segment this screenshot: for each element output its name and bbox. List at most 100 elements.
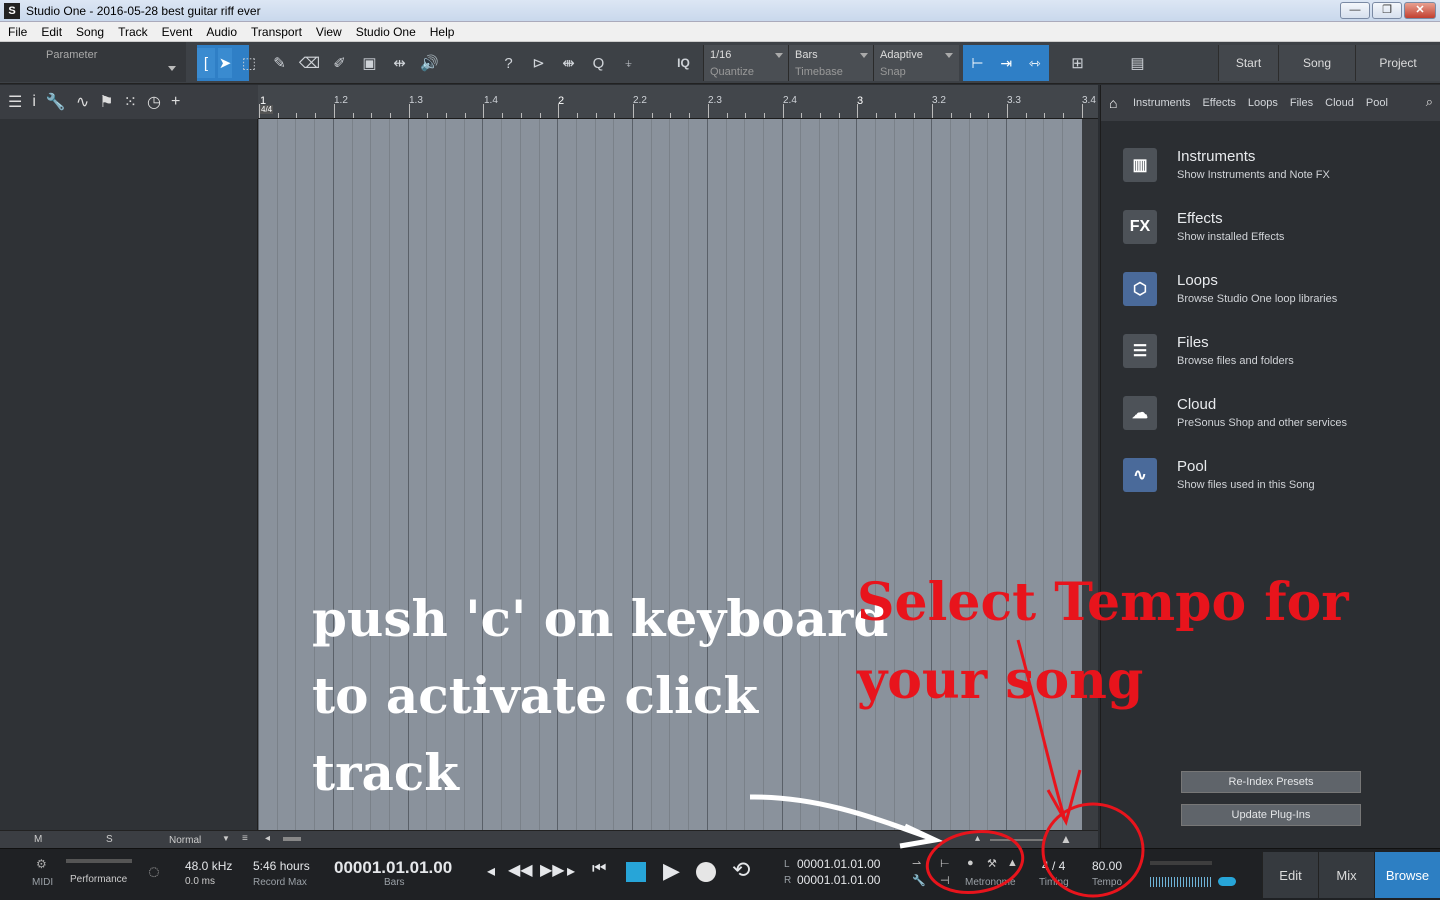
marker-icon[interactable]: ⚑ <box>99 92 113 112</box>
tab-files[interactable]: Files <box>1290 97 1313 109</box>
folder-grid-icon[interactable]: ⁙ <box>124 92 137 112</box>
film-strip-icon[interactable]: ▤ <box>1124 48 1151 78</box>
stop-icon[interactable] <box>626 862 646 882</box>
fast-rewind-icon[interactable]: ◀◀ <box>508 860 533 880</box>
help-icon[interactable]: ? <box>495 48 522 78</box>
snap-dropdown[interactable]: Adaptive Snap <box>873 45 959 81</box>
precount-icon[interactable]: ⇀ <box>912 857 921 870</box>
pencil-tool-icon[interactable]: ✎ <box>266 48 293 78</box>
vertical-scrollbar[interactable] <box>1082 119 1098 830</box>
position-display[interactable]: 00001.01.01.00 <box>334 858 452 878</box>
tab-pool[interactable]: Pool <box>1366 97 1388 109</box>
menu-audio[interactable]: Audio <box>206 25 237 39</box>
project-button[interactable]: Project <box>1355 45 1440 81</box>
browser-item-instruments[interactable]: ▥ Instruments Show Instruments and Note … <box>1121 148 1431 198</box>
snap-event-icon[interactable]: ⇥ <box>1000 55 1012 72</box>
tab-instruments[interactable]: Instruments <box>1133 97 1190 109</box>
clock-icon[interactable]: ◷ <box>147 92 161 112</box>
zoom-out-icon[interactable]: ▴ <box>975 833 980 844</box>
browser-item-loops[interactable]: ⬡ Loops Browse Studio One loop libraries <box>1121 272 1431 322</box>
quantize-dropdown[interactable]: 1/16 Quantize <box>703 45 789 81</box>
zoom-slider[interactable] <box>990 839 1045 841</box>
forward-icon[interactable]: ▸ <box>567 861 575 881</box>
arrow-tool-icon[interactable]: ➤ <box>218 48 232 78</box>
browser-item-effects[interactable]: FX Effects Show installed Effects <box>1121 210 1431 260</box>
range-bracket-icon[interactable]: [ <box>197 48 215 78</box>
track-mode-select[interactable]: Normal <box>169 835 201 846</box>
return-to-zero-icon[interactable]: ⏮ <box>592 860 606 878</box>
split-tool-icon[interactable]: ▣ <box>356 48 383 78</box>
menu-file[interactable]: File <box>8 25 27 39</box>
browser-item-cloud[interactable]: ☁ Cloud PreSonus Shop and other services <box>1121 396 1431 446</box>
parameter-panel[interactable]: Parameter <box>0 42 186 82</box>
menu-help[interactable]: Help <box>430 25 455 39</box>
click-toggle-icon[interactable]: ● <box>967 857 974 869</box>
mode-chevron-icon[interactable]: ▼ <box>222 834 230 843</box>
iq-button[interactable]: IQ <box>670 48 697 78</box>
menu-edit[interactable]: Edit <box>41 25 62 39</box>
close-button[interactable]: ✕ <box>1404 2 1436 19</box>
menu-track[interactable]: Track <box>118 25 148 39</box>
mute-button[interactable]: M <box>34 834 42 845</box>
scroll-left-icon[interactable]: ◂ <box>265 833 270 844</box>
minimize-button[interactable]: — <box>1340 2 1370 19</box>
snap-cursor-icon[interactable]: ⇿ <box>1029 55 1041 72</box>
browse-view-button[interactable]: Browse <box>1374 852 1440 898</box>
paint-tool-icon[interactable]: ✐ <box>326 48 353 78</box>
range-tool-icon[interactable]: ⬚ <box>235 48 263 78</box>
search-icon[interactable]: ⌕ <box>1426 94 1433 110</box>
track-list[interactable] <box>0 119 258 830</box>
tempo-value[interactable]: 80.00 <box>1092 859 1122 873</box>
wrench-icon[interactable]: 🔧 <box>46 92 66 112</box>
loop-end[interactable]: 00001.01.01.00 <box>797 873 880 887</box>
listen-tool-icon[interactable]: 🔊 <box>416 48 443 78</box>
menu-studio-one[interactable]: Studio One <box>356 25 416 39</box>
inspector-icon[interactable]: i <box>32 93 36 111</box>
tab-loops[interactable]: Loops <box>1248 97 1278 109</box>
timing-value[interactable]: 4 / 4 <box>1042 859 1065 873</box>
browser-item-files[interactable]: ☰ Files Browse files and folders <box>1121 334 1431 384</box>
home-icon[interactable]: ⌂ <box>1109 95 1117 111</box>
record-icon[interactable] <box>696 862 716 882</box>
play-icon[interactable]: ▶ <box>663 858 680 884</box>
sync-icon[interactable]: ◌ <box>148 861 160 884</box>
tab-effects[interactable]: Effects <box>1202 97 1235 109</box>
metronome-icon[interactable]: ▲ <box>1007 857 1018 869</box>
start-button[interactable]: Start <box>1218 45 1278 81</box>
song-button[interactable]: Song <box>1278 45 1355 81</box>
zoom-in-icon[interactable]: ▲ <box>1060 832 1072 846</box>
solo-button[interactable]: S <box>106 834 113 845</box>
snap-grid-icon[interactable]: ⊢ <box>971 55 983 72</box>
horizontal-scroll-thumb[interactable] <box>283 837 301 841</box>
timebase-dropdown[interactable]: Bars Timebase <box>788 45 874 81</box>
output-toggle[interactable] <box>1218 877 1236 886</box>
automation-icon[interactable]: ∿ <box>76 92 89 112</box>
maximize-button[interactable]: ❐ <box>1372 2 1402 19</box>
list-options-icon[interactable]: ≡ <box>242 833 248 844</box>
grid-view-icon[interactable]: ⊞ <box>1064 48 1091 78</box>
parameter-dropdown-icon[interactable] <box>168 66 176 71</box>
list-menu-icon[interactable]: ☰ <box>8 92 22 112</box>
menu-view[interactable]: View <box>316 25 342 39</box>
snap-left-icon[interactable]: ⊳ <box>525 48 552 78</box>
snap-both-icon[interactable]: ⇼ <box>555 48 582 78</box>
menu-transport[interactable]: Transport <box>251 25 302 39</box>
menu-song[interactable]: Song <box>76 25 104 39</box>
preroll-icon[interactable]: ⊣ <box>940 874 950 887</box>
timeline-ruler[interactable]: 4/4 1 1.2 1.3 1.4 2 2.2 2.3 2.4 3 3.2 3.… <box>258 85 1098 119</box>
quantize-q-icon[interactable]: Q <box>585 48 612 78</box>
performance-label[interactable]: Performance <box>70 874 127 885</box>
fast-forward-icon[interactable]: ▶▶ <box>540 860 565 880</box>
metronome-settings-icon[interactable]: ⊢ <box>940 857 950 870</box>
loop-icon[interactable]: ⟲ <box>732 857 750 883</box>
browser-item-pool[interactable]: ∿ Pool Show files used in this Song <box>1121 458 1431 508</box>
add-track-icon[interactable]: + <box>171 93 180 111</box>
click-wrench-icon[interactable]: ⚒ <box>987 857 997 870</box>
wrench-small-icon[interactable]: 🔧 <box>912 874 926 887</box>
edit-view-button[interactable]: Edit <box>1262 852 1318 898</box>
update-plugins-button[interactable]: Update Plug-Ins <box>1181 804 1361 826</box>
rewind-icon[interactable]: ◂ <box>487 861 495 881</box>
bend-tool-icon[interactable]: ⇹ <box>386 48 413 78</box>
menu-event[interactable]: Event <box>162 25 193 39</box>
mix-view-button[interactable]: Mix <box>1318 852 1374 898</box>
